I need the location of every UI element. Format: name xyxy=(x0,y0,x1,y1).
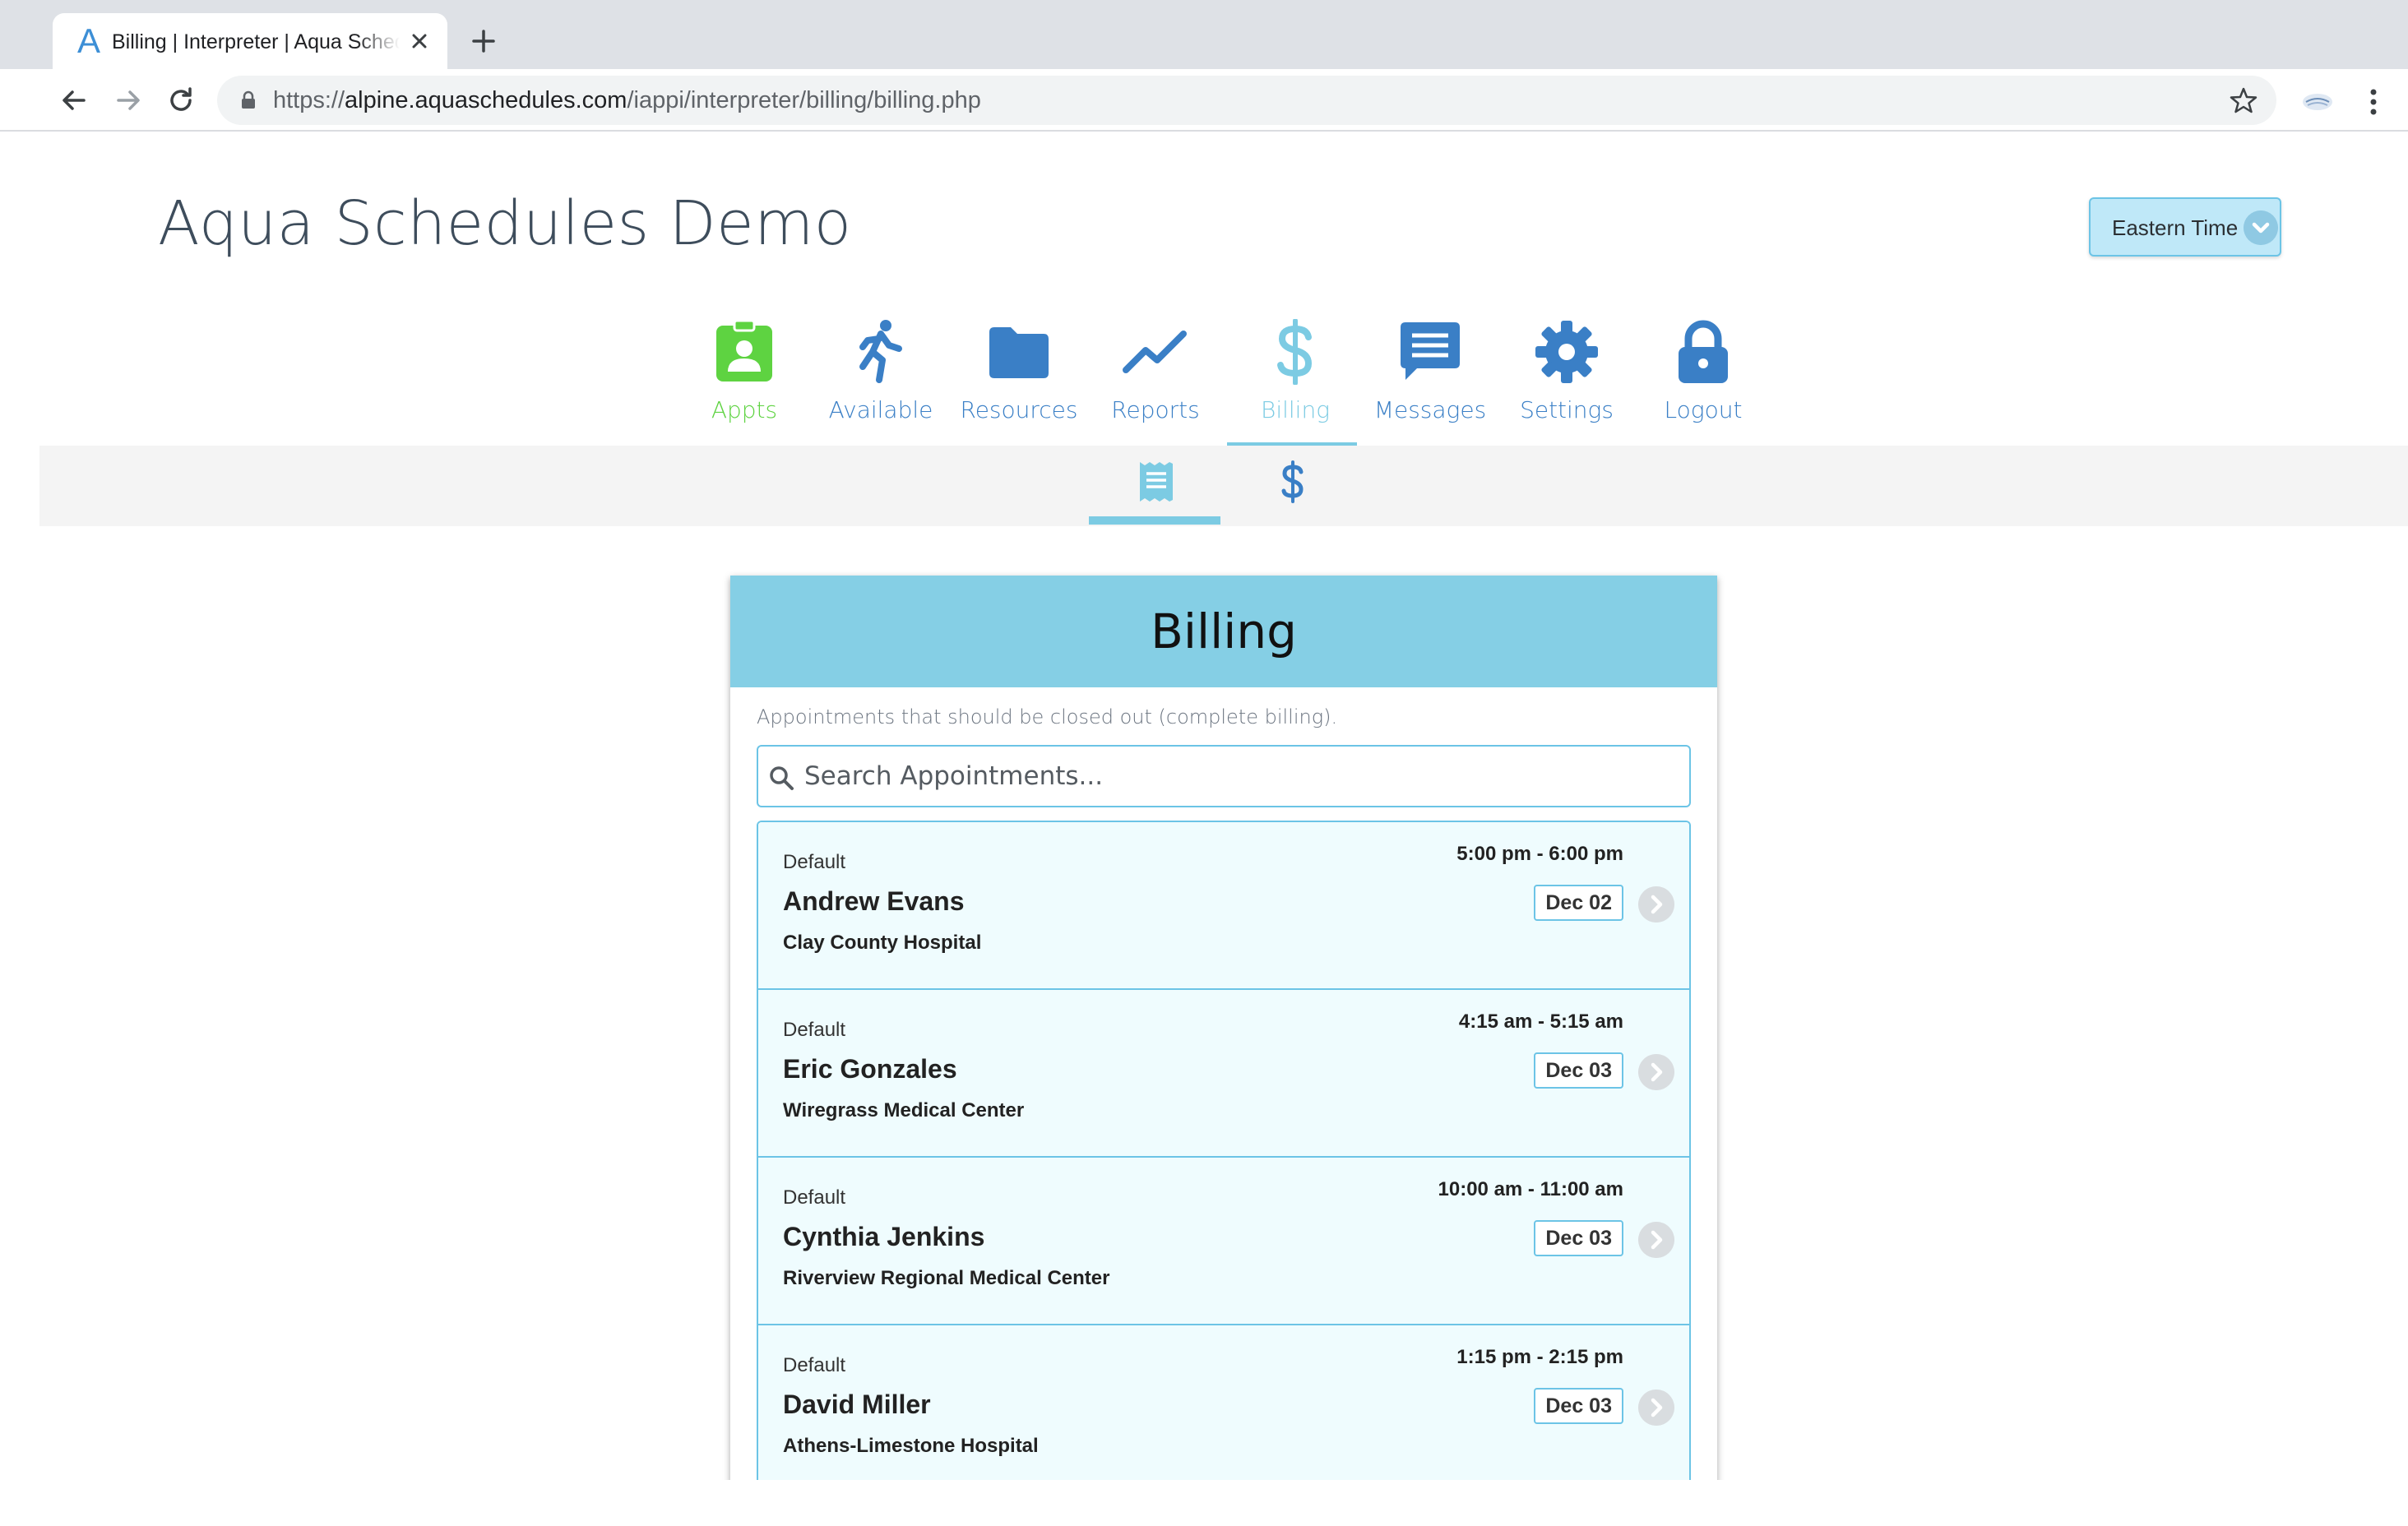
extension-icon[interactable] xyxy=(2299,84,2336,120)
tab-strip: A Billing | Interpreter | Aqua Schedules xyxy=(0,0,2408,69)
gear-icon xyxy=(1535,321,1598,383)
site-title: Aqua Schedules Demo xyxy=(158,188,852,259)
running-person-icon xyxy=(859,320,902,383)
appointment-time: 4:15 am - 5:15 am xyxy=(1458,1010,1623,1033)
chevron-down-icon xyxy=(2244,210,2278,245)
appointment-date-badge: Dec 03 xyxy=(1534,1220,1623,1256)
search-icon xyxy=(770,766,794,790)
nav-item-appts[interactable]: Appts xyxy=(676,319,813,454)
nav-item-settings[interactable]: Settings xyxy=(1498,319,1635,454)
dollar-icon xyxy=(1281,460,1304,503)
nav-label: Billing xyxy=(1261,396,1330,423)
bookmark-star-icon[interactable] xyxy=(2229,86,2258,115)
search-input[interactable] xyxy=(804,755,1676,798)
appointment-facility: Wiregrass Medical Center xyxy=(783,1099,1025,1121)
appointment-row[interactable]: Default Eric Gonzales Wiregrass Medical … xyxy=(758,990,1689,1158)
appointment-name: Cynthia Jenkins xyxy=(783,1222,985,1251)
appointment-facility: Athens-Limestone Hospital xyxy=(783,1435,1039,1457)
appointment-type: Default xyxy=(783,1019,846,1041)
appointment-name: Andrew Evans xyxy=(783,886,965,916)
url-text: https://alpine.aquaschedules.com/iappi/i… xyxy=(273,87,981,113)
close-icon[interactable] xyxy=(406,28,433,54)
page: Aqua Schedules Demo Eastern Time Appts A… xyxy=(39,132,2408,1480)
forward-arrow-icon[interactable] xyxy=(110,82,146,118)
back-arrow-icon[interactable] xyxy=(56,82,92,118)
browser-tab[interactable]: A Billing | Interpreter | Aqua Schedules xyxy=(53,13,447,69)
receipt-icon xyxy=(1140,462,1173,502)
appointment-date-badge: Dec 03 xyxy=(1534,1052,1623,1089)
appointment-type: Default xyxy=(783,1186,846,1209)
chevron-right-icon[interactable] xyxy=(1638,1390,1674,1426)
chevron-right-icon[interactable] xyxy=(1638,1222,1674,1258)
appointment-time: 10:00 am - 11:00 am xyxy=(1438,1178,1623,1200)
appointment-type: Default xyxy=(783,1354,846,1376)
lock-icon xyxy=(242,90,255,109)
browser-toolbar: https://alpine.aquaschedules.com/iappi/i… xyxy=(0,69,2408,132)
timezone-label: Eastern Time xyxy=(2112,215,2239,240)
nav-item-messages[interactable]: Messages xyxy=(1362,319,1498,454)
sub-nav xyxy=(39,446,2408,526)
more-menu-icon[interactable] xyxy=(2359,84,2388,120)
nav-label: Available xyxy=(828,396,933,423)
nav-item-billing[interactable]: Billing xyxy=(1227,319,1364,454)
billing-description: Appointments that should be closed out (… xyxy=(757,705,1338,728)
nav-label: Settings xyxy=(1520,396,1614,423)
billing-card-header: Billing xyxy=(730,576,1717,687)
line-chart-icon xyxy=(1123,331,1187,373)
browser-chrome: A Billing | Interpreter | Aqua Schedules xyxy=(0,0,2408,132)
nav-label: Logout xyxy=(1664,396,1743,423)
subnav-item-billing-list[interactable] xyxy=(1089,446,1220,526)
reload-icon[interactable] xyxy=(163,82,199,118)
main-nav: Appts Available Resources Reports Billin… xyxy=(39,319,2408,454)
appointment-date-badge: Dec 03 xyxy=(1534,1388,1623,1424)
appointment-facility: Riverview Regional Medical Center xyxy=(783,1267,1110,1289)
billing-title: Billing xyxy=(1151,603,1297,659)
aqua-favicon-icon: A xyxy=(76,21,100,60)
dollar-icon xyxy=(1277,319,1313,385)
appointment-row[interactable]: Default David Miller Athens-Limestone Ho… xyxy=(758,1325,1689,1480)
appointment-type: Default xyxy=(783,851,846,873)
address-bar[interactable]: https://alpine.aquaschedules.com/iappi/i… xyxy=(217,76,2276,125)
timezone-select[interactable]: Eastern Time xyxy=(2089,197,2281,257)
appointment-time: 5:00 pm - 6:00 pm xyxy=(1456,843,1623,865)
nav-label: Resources xyxy=(960,396,1078,423)
nav-item-reports[interactable]: Reports xyxy=(1087,319,1224,454)
folder-icon xyxy=(989,327,1049,378)
appointment-row[interactable]: Default Andrew Evans Clay County Hospita… xyxy=(758,822,1689,990)
nav-item-resources[interactable]: Resources xyxy=(951,319,1087,454)
message-icon xyxy=(1401,322,1460,380)
new-tab-icon[interactable] xyxy=(465,23,502,59)
appointment-row[interactable]: Default Cynthia Jenkins Riverview Region… xyxy=(758,1158,1689,1325)
chevron-right-icon[interactable] xyxy=(1638,886,1674,923)
id-badge-icon xyxy=(716,319,772,382)
chevron-right-icon[interactable] xyxy=(1638,1054,1674,1090)
appointment-date-badge: Dec 02 xyxy=(1534,885,1623,921)
appointment-time: 1:15 pm - 2:15 pm xyxy=(1456,1346,1623,1368)
appointment-name: Eric Gonzales xyxy=(783,1054,957,1084)
appointment-name: David Miller xyxy=(783,1390,931,1419)
nav-item-logout[interactable]: Logout xyxy=(1635,319,1771,454)
billing-card: Billing Appointments that should be clos… xyxy=(730,576,1717,1480)
nav-label: Reports xyxy=(1111,396,1200,423)
tab-title: Billing | Interpreter | Aqua Schedules xyxy=(112,30,400,53)
active-indicator xyxy=(1089,516,1220,525)
search-box xyxy=(757,745,1691,807)
nav-item-available[interactable]: Available xyxy=(813,319,949,454)
nav-label: Appts xyxy=(711,396,778,423)
subnav-item-payments[interactable] xyxy=(1225,446,1357,526)
appointment-facility: Clay County Hospital xyxy=(783,932,982,954)
lock-icon xyxy=(1679,320,1728,383)
nav-label: Messages xyxy=(1373,396,1487,423)
appointment-list: Default Andrew Evans Clay County Hospita… xyxy=(757,821,1691,1480)
